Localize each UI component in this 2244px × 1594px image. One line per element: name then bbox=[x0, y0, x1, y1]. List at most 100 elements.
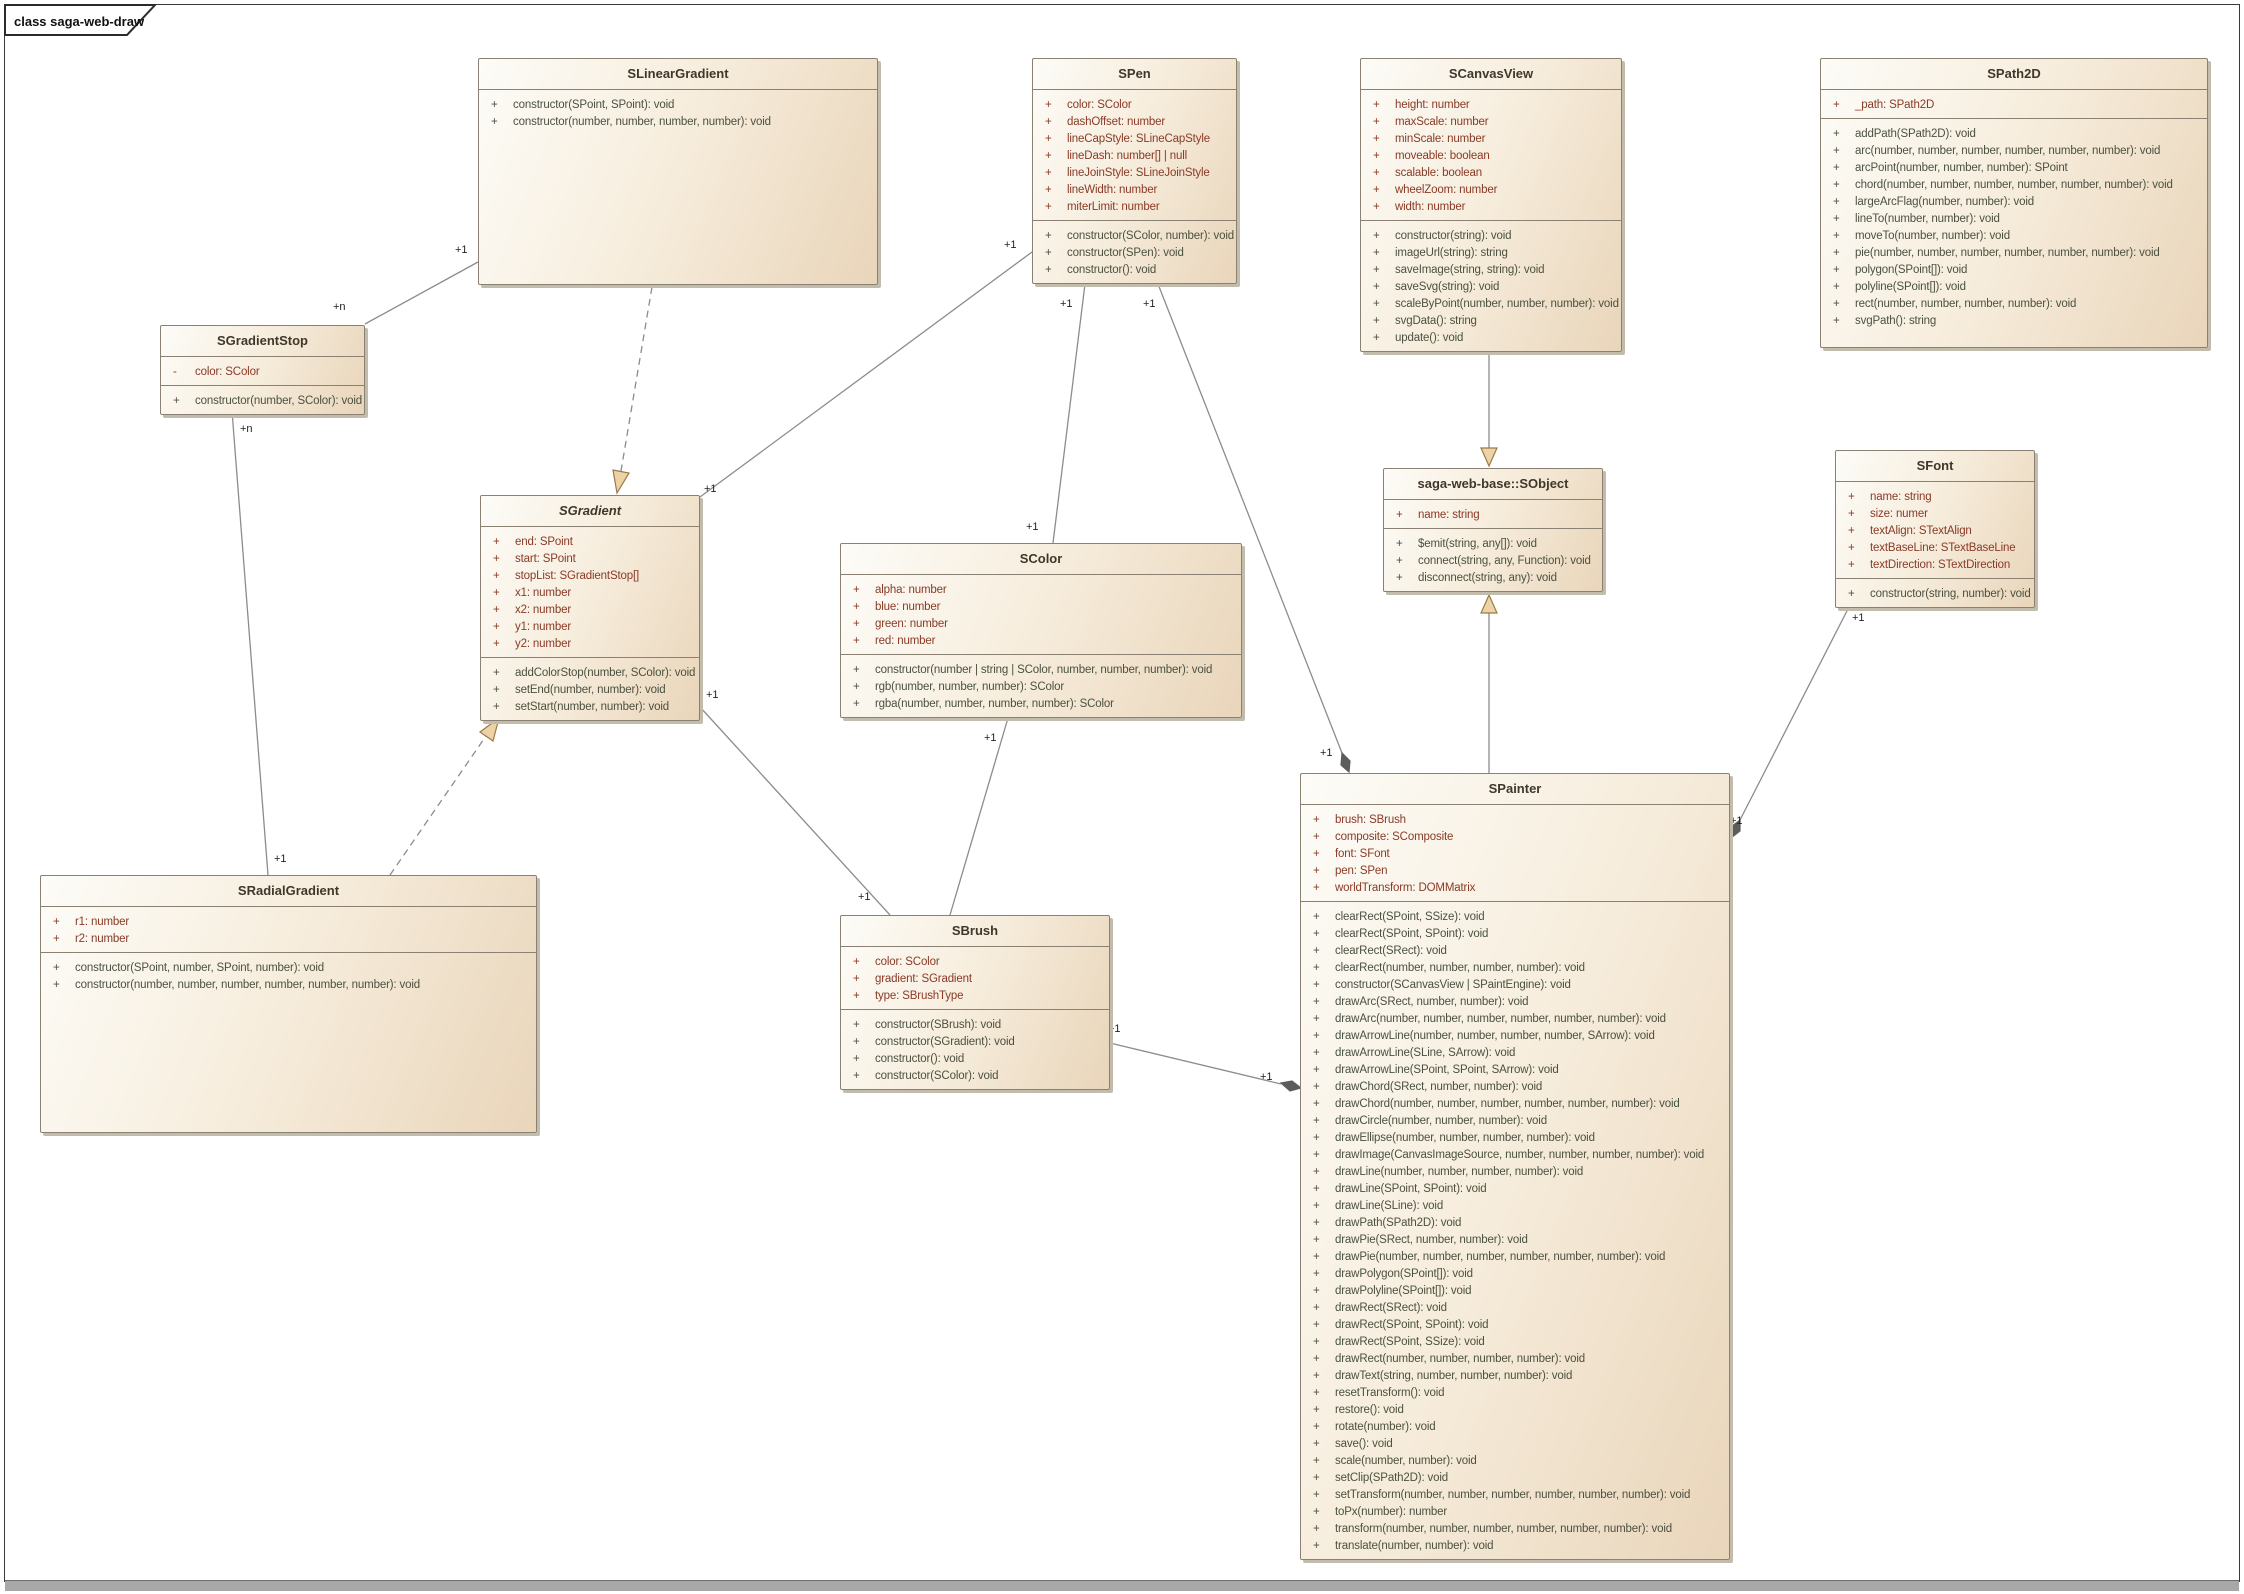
attribute-row[interactable]: +composite: SComposite bbox=[1301, 829, 1727, 846]
method-row[interactable]: +drawChord(number, number, number, numbe… bbox=[1301, 1096, 1727, 1113]
attribute-row[interactable]: +lineJoinStyle: SLineJoinStyle bbox=[1033, 165, 1234, 182]
method-row[interactable]: +chord(number, number, number, number, n… bbox=[1821, 177, 2205, 194]
attribute-row[interactable]: +size: numer bbox=[1836, 506, 2032, 523]
attribute-row[interactable]: -color: SColor bbox=[161, 364, 362, 381]
connector-gradient-brush-line[interactable] bbox=[700, 707, 890, 915]
method-row[interactable]: +drawRect(SPoint, SPoint): void bbox=[1301, 1317, 1727, 1334]
attribute-row[interactable]: +blue: number bbox=[841, 599, 1239, 616]
class-box-sradialgradient[interactable]: SRadialGradient+r1: number+r2: number+co… bbox=[40, 875, 537, 1133]
attribute-row[interactable]: +worldTransform: DOMMatrix bbox=[1301, 880, 1727, 897]
method-row[interactable]: +rgb(number, number, number): SColor bbox=[841, 679, 1239, 696]
method-row[interactable]: +rotate(number): void bbox=[1301, 1419, 1727, 1436]
method-row[interactable]: +svgPath(): string bbox=[1821, 313, 2205, 330]
method-row[interactable]: +largeArcFlag(number, number): void bbox=[1821, 194, 2205, 211]
method-row[interactable]: +addPath(SPath2D): void bbox=[1821, 126, 2205, 143]
method-row[interactable]: +clearRect(SRect): void bbox=[1301, 943, 1727, 960]
attribute-row[interactable]: +_path: SPath2D bbox=[1821, 97, 2205, 114]
attribute-row[interactable]: +end: SPoint bbox=[481, 534, 697, 551]
method-row[interactable]: +scale(number, number): void bbox=[1301, 1453, 1727, 1470]
method-row[interactable]: +constructor(): void bbox=[841, 1051, 1107, 1068]
method-row[interactable]: +drawPie(SRect, number, number): void bbox=[1301, 1232, 1727, 1249]
attribute-row[interactable]: +wheelZoom: number bbox=[1361, 182, 1619, 199]
attribute-row[interactable]: +textBaseLine: STextBaseLine bbox=[1836, 540, 2032, 557]
method-row[interactable]: +rect(number, number, number, number): v… bbox=[1821, 296, 2205, 313]
method-row[interactable]: +drawArc(SRect, number, number): void bbox=[1301, 994, 1727, 1011]
method-row[interactable]: +drawPath(SPath2D): void bbox=[1301, 1215, 1727, 1232]
connector-lineargradient-gradient-generalization-line[interactable] bbox=[621, 287, 652, 471]
method-row[interactable]: +drawChord(SRect, number, number): void bbox=[1301, 1079, 1727, 1096]
class-box-scanvasview[interactable]: SCanvasView+height: number+maxScale: num… bbox=[1360, 58, 1622, 352]
method-row[interactable]: +$emit(string, any[]): void bbox=[1384, 536, 1600, 553]
attribute-row[interactable]: +scalable: boolean bbox=[1361, 165, 1619, 182]
method-row[interactable]: +constructor(SPen): void bbox=[1033, 245, 1234, 262]
method-row[interactable]: +saveSvg(string): void bbox=[1361, 279, 1619, 296]
class-box-sfont[interactable]: SFont+name: string+size: numer+textAlign… bbox=[1835, 450, 2035, 608]
attribute-row[interactable]: +r2: number bbox=[41, 931, 534, 948]
class-box-spainter[interactable]: SPainter+brush: SBrush+composite: SCompo… bbox=[1300, 773, 1730, 1560]
method-row[interactable]: +addColorStop(number, SColor): void bbox=[481, 665, 697, 682]
method-row[interactable]: +svgData(): string bbox=[1361, 313, 1619, 330]
method-row[interactable]: +update(): void bbox=[1361, 330, 1619, 347]
connector-gradientstop-radialgradient-line[interactable] bbox=[232, 411, 268, 875]
attribute-row[interactable]: +start: SPoint bbox=[481, 551, 697, 568]
method-row[interactable]: +drawPie(number, number, number, number,… bbox=[1301, 1249, 1727, 1266]
method-row[interactable]: +drawLine(number, number, number, number… bbox=[1301, 1164, 1727, 1181]
method-row[interactable]: +drawPolyline(SPoint[]): void bbox=[1301, 1283, 1727, 1300]
attribute-row[interactable]: +color: SColor bbox=[1033, 97, 1234, 114]
attribute-row[interactable]: +miterLimit: number bbox=[1033, 199, 1234, 216]
attribute-row[interactable]: +stopList: SGradientStop[] bbox=[481, 568, 697, 585]
method-row[interactable]: +drawText(string, number, number, number… bbox=[1301, 1368, 1727, 1385]
attribute-row[interactable]: +brush: SBrush bbox=[1301, 812, 1727, 829]
connector-gradient-pen-line[interactable] bbox=[700, 252, 1032, 497]
method-row[interactable]: +drawArrowLine(SPoint, SPoint, SArrow): … bbox=[1301, 1062, 1727, 1079]
attribute-row[interactable]: +maxScale: number bbox=[1361, 114, 1619, 131]
method-row[interactable]: +drawLine(SPoint, SPoint): void bbox=[1301, 1181, 1727, 1198]
attribute-row[interactable]: +name: string bbox=[1836, 489, 2032, 506]
method-row[interactable]: +constructor(SColor): void bbox=[841, 1068, 1107, 1085]
method-row[interactable]: +clearRect(SPoint, SPoint): void bbox=[1301, 926, 1727, 943]
method-row[interactable]: +constructor(SGradient): void bbox=[841, 1034, 1107, 1051]
method-row[interactable]: +constructor(number | string | SColor, n… bbox=[841, 662, 1239, 679]
attribute-row[interactable]: +minScale: number bbox=[1361, 131, 1619, 148]
attribute-row[interactable]: +height: number bbox=[1361, 97, 1619, 114]
method-row[interactable]: +pie(number, number, number, number, num… bbox=[1821, 245, 2205, 262]
attribute-row[interactable]: +green: number bbox=[841, 616, 1239, 633]
method-row[interactable]: +constructor(SBrush): void bbox=[841, 1017, 1107, 1034]
method-row[interactable]: +lineTo(number, number): void bbox=[1821, 211, 2205, 228]
method-row[interactable]: +polyline(SPoint[]): void bbox=[1821, 279, 2205, 296]
method-row[interactable]: +constructor(SColor, number): void bbox=[1033, 228, 1234, 245]
attribute-row[interactable]: +type: SBrushType bbox=[841, 988, 1107, 1005]
attribute-row[interactable]: +red: number bbox=[841, 633, 1239, 650]
method-row[interactable]: +drawArc(number, number, number, number,… bbox=[1301, 1011, 1727, 1028]
method-row[interactable]: +setStart(number, number): void bbox=[481, 699, 697, 716]
connector-color-brush-line[interactable] bbox=[950, 718, 1008, 915]
attribute-row[interactable]: +moveable: boolean bbox=[1361, 148, 1619, 165]
method-row[interactable]: +constructor(string): void bbox=[1361, 228, 1619, 245]
class-box-sbrush[interactable]: SBrush+color: SColor+gradient: SGradient… bbox=[840, 915, 1110, 1090]
class-box-sgradientstop[interactable]: SGradientStop-color: SColor+constructor(… bbox=[160, 325, 365, 415]
class-box-scolor[interactable]: SColor+alpha: number+blue: number+green:… bbox=[840, 543, 1242, 718]
attribute-row[interactable]: +color: SColor bbox=[841, 954, 1107, 971]
attribute-row[interactable]: +gradient: SGradient bbox=[841, 971, 1107, 988]
method-row[interactable]: +clearRect(number, number, number, numbe… bbox=[1301, 960, 1727, 977]
method-row[interactable]: +arcPoint(number, number, number): SPoin… bbox=[1821, 160, 2205, 177]
class-box-sobject[interactable]: saga-web-base::SObject+name: string+$emi… bbox=[1383, 468, 1603, 592]
connector-brush-painter-composition-line[interactable] bbox=[1110, 1043, 1281, 1084]
attribute-row[interactable]: +r1: number bbox=[41, 914, 534, 931]
attribute-row[interactable]: +lineCapStyle: SLineCapStyle bbox=[1033, 131, 1234, 148]
attribute-row[interactable]: +width: number bbox=[1361, 199, 1619, 216]
method-row[interactable]: +setTransform(number, number, number, nu… bbox=[1301, 1487, 1727, 1504]
method-row[interactable]: +moveTo(number, number): void bbox=[1821, 228, 2205, 245]
connector-pen-color-line[interactable] bbox=[1053, 284, 1085, 543]
method-row[interactable]: +constructor(string, number): void bbox=[1836, 586, 2032, 603]
attribute-row[interactable]: +textDirection: STextDirection bbox=[1836, 557, 2032, 574]
method-row[interactable]: +setClip(SPath2D): void bbox=[1301, 1470, 1727, 1487]
attribute-row[interactable]: +y1: number bbox=[481, 619, 697, 636]
method-row[interactable]: +constructor(): void bbox=[1033, 262, 1234, 279]
class-box-slineargradient[interactable]: SLinearGradient+constructor(SPoint, SPoi… bbox=[478, 58, 878, 285]
method-row[interactable]: +constructor(number, number, number, num… bbox=[41, 977, 534, 994]
class-box-sgradient[interactable]: SGradient+end: SPoint+start: SPoint+stop… bbox=[480, 495, 700, 721]
method-row[interactable]: +drawPolygon(SPoint[]): void bbox=[1301, 1266, 1727, 1283]
attribute-row[interactable]: +x2: number bbox=[481, 602, 697, 619]
method-row[interactable]: +connect(string, any, Function): void bbox=[1384, 553, 1600, 570]
